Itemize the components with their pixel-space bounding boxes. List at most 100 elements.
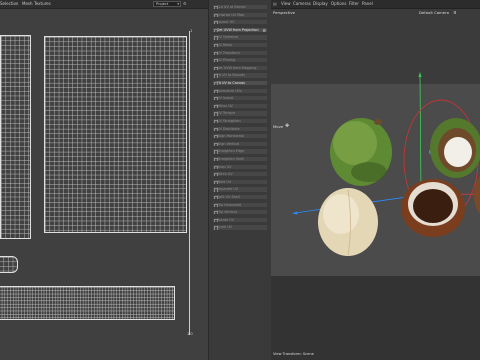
viewport-panel: ▤ View Cameras Display Options Filter Pa… (271, 0, 480, 360)
ruler-bottom-label: 1.0 (187, 332, 193, 336)
command-button[interactable]: Snap UV (212, 163, 268, 170)
command-icon (214, 28, 219, 32)
command-icon (214, 51, 219, 55)
uv-shell-main[interactable] (44, 36, 187, 233)
command-button[interactable]: UV Distribute (212, 125, 268, 132)
command-label: UV Distribute (217, 126, 240, 131)
project-select-value: Project (156, 2, 169, 6)
command-label: Snap UV (217, 164, 232, 169)
gear-icon[interactable]: ⚙ (262, 28, 266, 32)
command-icon (214, 66, 219, 70)
command-icon (214, 13, 219, 17)
command-label: UV Island (217, 96, 233, 101)
command-button[interactable]: UV Transform (212, 49, 268, 56)
menu-mesh[interactable]: Mesh (22, 1, 33, 6)
command-button[interactable]: Set UVW from Mapping (212, 64, 268, 71)
command-label: UV Terrace (217, 111, 236, 116)
command-icon (214, 158, 219, 162)
project-select[interactable]: Project ▾ (153, 1, 181, 7)
command-label: Cut UV at Seams (217, 5, 246, 9)
command-button[interactable]: UV Relax (212, 42, 268, 49)
command-button[interactable]: Flip Vertical (212, 209, 268, 216)
uv-canvas[interactable] (0, 9, 208, 360)
command-label: Weld UV (217, 179, 232, 184)
macadamia-husk-green[interactable] (330, 118, 392, 186)
macadamia-split-husk[interactable] (430, 118, 480, 178)
command-button[interactable]: UV Terrace (212, 110, 268, 117)
command-label: Stitch UV (217, 172, 233, 177)
command-icon (214, 180, 219, 184)
command-button[interactable]: Straighten Edge (212, 148, 268, 155)
command-label: UV Optimize (217, 35, 239, 40)
macadamia-kernel[interactable] (318, 188, 378, 256)
uv-shell-bottom-strip[interactable] (0, 286, 175, 320)
command-icon (214, 142, 219, 146)
menu-textures[interactable]: Textures (34, 1, 51, 6)
command-label: Flip Horizontal (217, 202, 242, 207)
uv-editor-panel: Selection Mesh Textures Project ▾ ⚙ 1 1.… (0, 0, 208, 360)
command-label: UV Pinning (217, 58, 236, 63)
command-button[interactable]: Fit UV to Bounds (212, 72, 268, 79)
command-button[interactable]: Stitch UV (212, 171, 268, 178)
command-button[interactable]: Align Horizontal (212, 133, 268, 140)
uv-shell-left-strip[interactable] (0, 35, 31, 239)
command-button[interactable]: Unwrap UV Map (212, 11, 268, 18)
command-label: Normalize UVs (217, 88, 242, 93)
menu-selection[interactable]: Selection (0, 1, 18, 6)
command-label: Flip Vertical (217, 210, 237, 215)
macadamia-cracked-shell[interactable] (401, 179, 465, 237)
options-icon[interactable]: ⚙ (183, 1, 187, 6)
command-icon (214, 97, 219, 101)
command-label: UV Straighten (217, 119, 241, 123)
command-label: Fit UV to Bounds (217, 73, 246, 78)
command-icon (214, 211, 219, 215)
command-label: Straighten Shell (217, 157, 245, 161)
command-icon (214, 150, 219, 154)
command-label: Fit UV to Canvas (217, 81, 245, 85)
command-button[interactable]: UV Optimize (212, 34, 268, 41)
command-button[interactable]: Normalize UVs (212, 87, 268, 94)
ruler-top-label: 1 (190, 29, 193, 33)
command-button[interactable]: Cut UV at Seams (212, 4, 268, 11)
command-button[interactable]: Straighten Shell (212, 156, 268, 163)
macadamia-partial-right[interactable] (474, 175, 480, 215)
command-label: Straighten Edge (217, 149, 245, 154)
command-button[interactable]: UV Pinning (212, 57, 268, 64)
viewport-objects-svg (292, 72, 480, 256)
command-label: Set UVW from Mapping (217, 65, 257, 70)
command-label: Scale UV (217, 225, 233, 230)
command-icon (214, 226, 219, 230)
command-button[interactable]: Weld UV (212, 178, 268, 185)
command-icon (214, 44, 219, 48)
command-icon (214, 120, 219, 124)
command-button[interactable]: Separate UV (212, 186, 268, 193)
command-button[interactable]: Rotate UV (212, 216, 268, 223)
command-button[interactable]: Set UVW from Projection ⚙ (212, 26, 268, 33)
command-icon (214, 135, 219, 139)
command-label: Separate UV (217, 187, 239, 192)
command-button[interactable]: UV Straighten (212, 118, 268, 125)
command-label: Align Horizontal (217, 134, 244, 139)
uv-shell-small[interactable] (0, 256, 18, 273)
command-label: Rotate UV (217, 217, 234, 222)
command-button[interactable]: Flip Horizontal (212, 201, 268, 208)
command-icon (214, 165, 219, 169)
uv-menubar: Selection Mesh Textures Project ▾ ⚙ (0, 0, 208, 9)
uv-commands-panel: Cut UV at Seams Unwrap UV Map Layout UV Set… (208, 0, 271, 360)
command-button[interactable]: Mirror UV (212, 102, 268, 109)
command-icon (214, 127, 219, 131)
command-button[interactable]: Split UV Shell (212, 194, 268, 201)
command-label: Layout UV (217, 20, 235, 25)
command-button[interactable]: Align Vertical (212, 140, 268, 147)
command-button[interactable]: Scale UV (212, 224, 268, 231)
command-button[interactable]: Fit UV to Canvas (212, 80, 268, 87)
command-button[interactable]: Layout UV (212, 19, 268, 26)
command-button[interactable]: UV Island (212, 95, 268, 102)
command-icon (214, 89, 219, 93)
command-icon (214, 36, 219, 40)
command-icon (214, 104, 219, 108)
command-icon (214, 21, 219, 25)
command-icon (214, 82, 219, 86)
command-label: Set UVW from Projection (217, 27, 259, 32)
status-bar-text: View Transform: Scene (273, 352, 314, 356)
